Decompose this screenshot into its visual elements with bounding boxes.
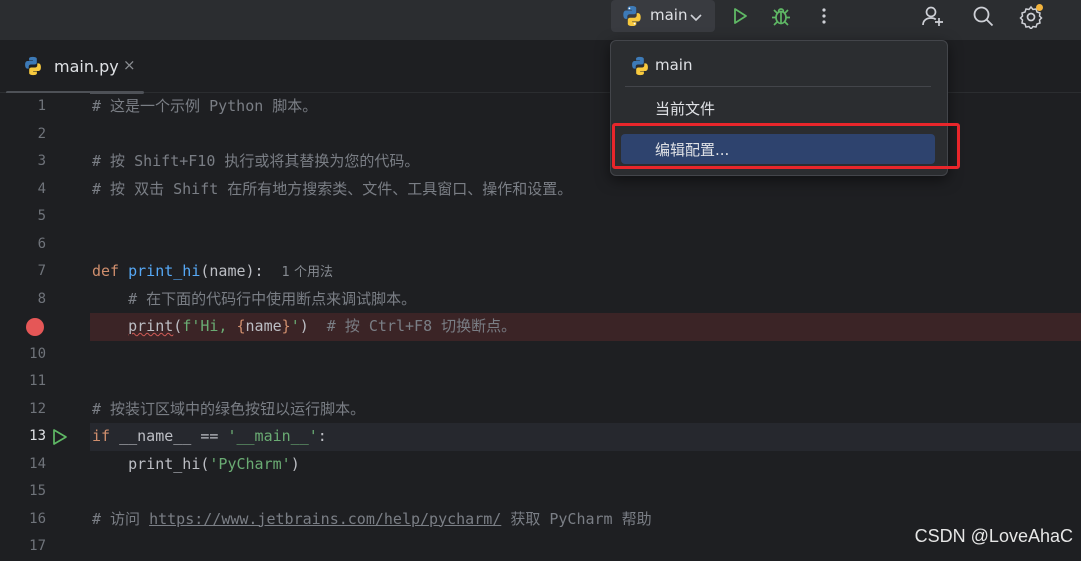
- debug-icon[interactable]: [768, 4, 794, 28]
- main-toolbar: main: [0, 0, 1081, 40]
- line-number: 17: [29, 538, 46, 554]
- dropdown-item-current-file[interactable]: 当前文件: [621, 93, 935, 123]
- string-literal: '__main__': [227, 427, 318, 445]
- code-line[interactable]: 15: [0, 478, 1081, 506]
- code-line[interactable]: 5: [0, 203, 1081, 231]
- code-text: # 这是一个示例 Python 脚本。: [92, 93, 317, 121]
- line-number: 13: [29, 428, 46, 444]
- line-number: 6: [37, 235, 46, 252]
- code-line[interactable]: 8 # 在下面的代码行中使用断点来调试脚本。: [0, 286, 1081, 314]
- code-line[interactable]: 14 print_hi('PyCharm'): [0, 451, 1081, 479]
- code-text: # 按 双击 Shift 在所有地方搜索类、文件、工具窗口、操作和设置。: [92, 176, 572, 204]
- comment-text: 获取 PyCharm 帮助: [501, 509, 652, 528]
- help-url-link[interactable]: https://www.jetbrains.com/help/pycharm/: [149, 510, 501, 528]
- search-icon[interactable]: [970, 4, 996, 28]
- line-number: 16: [29, 510, 46, 527]
- code-line[interactable]: 10: [0, 341, 1081, 369]
- code-text: # 访问 https://www.jetbrains.com/help/pych…: [92, 506, 652, 534]
- annotation-highlight-box: [612, 123, 960, 169]
- string-literal: 'PyCharm': [209, 454, 291, 473]
- code-plain: ): [299, 317, 309, 335]
- code-plain: (: [173, 317, 183, 335]
- keyword: if: [92, 427, 111, 445]
- tab-main-py[interactable]: main.py ×: [6, 40, 144, 94]
- comment-text: # 在下面的代码行中使用断点来调试脚本。: [92, 289, 417, 308]
- line-number: 12: [29, 400, 46, 417]
- code-text: def print_hi(name): 1 个用法: [92, 258, 333, 286]
- line-number: 2: [37, 125, 46, 142]
- add-user-icon[interactable]: [920, 4, 946, 28]
- string-literal: ': [290, 317, 300, 335]
- line-number: 10: [29, 345, 46, 362]
- code-line[interactable]: 4 # 按 双击 Shift 在所有地方搜索类、文件、工具窗口、操作和设置。: [0, 176, 1081, 204]
- more-options-icon[interactable]: [811, 4, 837, 28]
- python-file-icon: [23, 56, 43, 80]
- code-text: # 在下面的代码行中使用断点来调试脚本。: [92, 286, 416, 314]
- code-line[interactable]: 7 def print_hi(name): 1 个用法: [0, 258, 1081, 286]
- run-config-selector[interactable]: main: [611, 0, 715, 32]
- code-line[interactable]: 9 print(f'Hi, {name}') # 按 Ctrl+F8 切换断点。: [0, 313, 1081, 341]
- dropdown-item-label: main: [655, 56, 693, 74]
- code-line[interactable]: 13 if __name__ == '__main__':: [0, 423, 1081, 451]
- comment-text: # 按 双击 Shift 在所有地方搜索类、文件、工具窗口、操作和设置。: [92, 179, 573, 198]
- fstring-brace: }: [281, 317, 291, 335]
- fstring-variable: name: [245, 317, 282, 335]
- run-config-label: main: [650, 6, 688, 24]
- code-plain: print_hi(: [128, 454, 210, 473]
- settings-gear-icon[interactable]: [1019, 4, 1045, 29]
- dunder-name: __name__: [119, 427, 192, 445]
- keyword: def: [92, 262, 120, 280]
- comment-text: # 按 Shift+F10 执行或将其替换为您的代码。: [92, 152, 420, 170]
- comment-text: # 访问: [92, 509, 150, 528]
- string-literal: f'Hi,: [182, 317, 237, 335]
- function-name: print_hi: [128, 262, 201, 280]
- code-text: # 按 Shift+F10 执行或将其替换为您的代码。: [92, 148, 419, 176]
- code-plain: ==: [191, 427, 228, 445]
- code-text: print(f'Hi, {name}') # 按 Ctrl+F8 切换断点。: [92, 313, 516, 341]
- code-plain: ): [290, 454, 300, 473]
- fstring-brace: {: [236, 317, 246, 335]
- close-tab-icon[interactable]: ×: [123, 56, 136, 74]
- code-text: print_hi('PyCharm'): [92, 451, 300, 479]
- line-number: 8: [37, 290, 46, 307]
- usage-hint[interactable]: 1 个用法: [282, 265, 333, 280]
- code-text: # 按装订区域中的绿色按钮以运行脚本。: [92, 396, 365, 424]
- dropdown-item-main[interactable]: main: [621, 51, 935, 81]
- line-number: 1: [37, 98, 46, 114]
- dropdown-item-label: 当前文件: [655, 100, 716, 118]
- line-number: 11: [29, 373, 46, 389]
- line-number: 4: [37, 180, 46, 197]
- dropdown-separator: [625, 86, 931, 87]
- code-line[interactable]: 6: [0, 231, 1081, 259]
- line-number: 5: [37, 208, 46, 224]
- code-line[interactable]: 11: [0, 368, 1081, 396]
- code-text: if __name__ == '__main__':: [92, 423, 327, 451]
- line-number: 14: [29, 455, 46, 472]
- code-line[interactable]: 12 # 按装订区域中的绿色按钮以运行脚本。: [0, 396, 1081, 424]
- breakpoint-icon[interactable]: [26, 318, 44, 336]
- code-plain: :: [317, 427, 327, 445]
- watermark: CSDN @LoveAhaC: [914, 526, 1073, 546]
- python-icon: [630, 56, 650, 80]
- gutter-run-icon[interactable]: [52, 428, 68, 450]
- line-number: 7: [37, 263, 46, 279]
- line-number: 3: [37, 153, 46, 169]
- comment-text: # 这是一个示例 Python 脚本。: [92, 97, 318, 115]
- chevron-down-icon: [689, 9, 703, 28]
- comment-text: # 按装订区域中的绿色按钮以运行脚本。: [92, 399, 366, 418]
- code-plain: (name):: [200, 262, 264, 280]
- function-call: print: [128, 317, 174, 335]
- python-icon: [621, 5, 643, 31]
- tab-label: main.py: [54, 57, 119, 76]
- line-number: 15: [29, 483, 46, 499]
- comment-text: # 按 Ctrl+F8 切换断点。: [308, 317, 517, 335]
- run-icon[interactable]: [727, 4, 753, 28]
